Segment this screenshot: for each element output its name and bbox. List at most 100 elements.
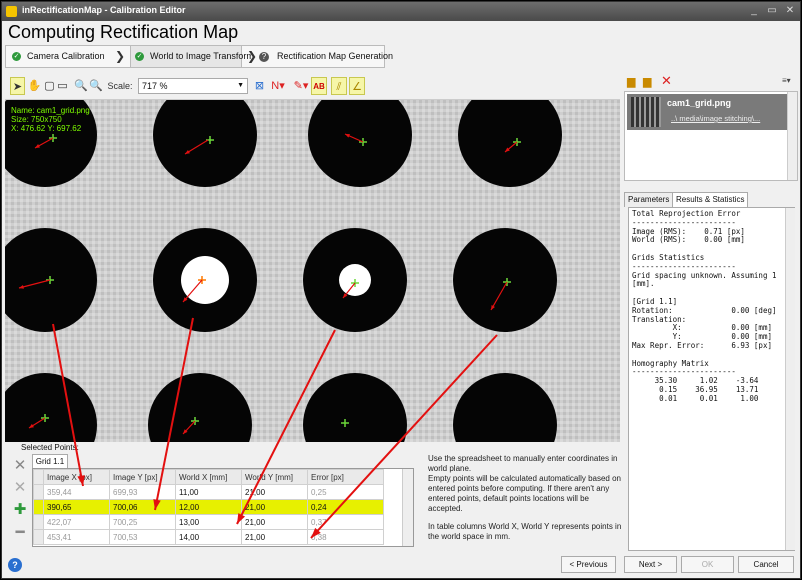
help-paragraph: Use the spreadsheet to manually enter co… (428, 454, 618, 473)
tab-rectification-map[interactable]: ? Rectification Map Generation (259, 46, 393, 67)
table-cell[interactable]: 0,37 (307, 514, 384, 530)
ab-labels-button[interactable]: AB (311, 77, 327, 95)
grid-image-canvas[interactable] (5, 100, 620, 442)
help-paragraph: Empty points will be calculated automati… (428, 474, 621, 513)
table-cell[interactable]: 14,00 (175, 529, 242, 545)
table-cell[interactable]: 359,44 (43, 484, 110, 500)
table-cell[interactable]: 21,00 (241, 484, 308, 500)
table-cell[interactable]: 21,00 (241, 499, 308, 515)
table-cell[interactable]: 453,41 (43, 529, 110, 545)
image-size: Size: 750x750 (11, 115, 62, 124)
selected-points-panel: Selected Points: Grid 1.1 ✕ ✕ ✚ ━ Image … (5, 442, 623, 552)
tab-label: Rectification Map Generation (277, 51, 394, 61)
table-cell[interactable]: 13,00 (175, 514, 242, 530)
row-header[interactable] (33, 499, 44, 515)
table-row[interactable]: 390,65 700,06 12,00 21,00 0,24 (33, 499, 384, 515)
close-window-button[interactable]: ✕ (782, 4, 798, 18)
results-scrollbar[interactable] (785, 208, 795, 550)
table-row[interactable]: 359,44 699,93 11,00 21,00 0,25 (33, 484, 384, 500)
hand-tool-icon[interactable]: ✋ (27, 77, 42, 95)
help-text: Use the spreadsheet to manually enter co… (428, 454, 623, 542)
table-cell[interactable]: 700,25 (109, 514, 176, 530)
tab-grid-1-1[interactable]: Grid 1.1 (32, 454, 68, 468)
ok-button[interactable]: OK (681, 556, 734, 573)
fit-icon[interactable]: ⊠ (253, 77, 266, 95)
tab-camera-calibration[interactable]: ✓ Camera Calibration (12, 46, 105, 67)
file-name: cam1_grid.png (667, 98, 732, 108)
thumbnail (631, 97, 661, 127)
table-cell[interactable]: 699,93 (109, 484, 176, 500)
col-image-x[interactable]: Image X [px] (43, 469, 110, 485)
table-cell[interactable]: 11,00 (175, 484, 242, 500)
table-row[interactable]: 453,41 700,53 14,00 21,00 0,38 (33, 529, 384, 545)
view-options-icon[interactable]: ≡▾ (782, 76, 791, 85)
chevron-right-icon: ❯ (115, 49, 126, 63)
col-world-x[interactable]: World X [mm] (175, 469, 242, 485)
help-button[interactable]: ? (8, 558, 22, 572)
tab-world-to-image[interactable]: ✓ World to Image Transform (130, 46, 254, 67)
row-header[interactable] (33, 529, 44, 545)
scale-select[interactable]: 717 % ▼ (138, 78, 248, 94)
grid-tool-icon[interactable]: ⫽ (331, 77, 347, 95)
right-panel: ▆ ▆ ✕ ≡▾ cam1_grid.png ..\ media\image s… (622, 73, 800, 553)
selected-points-label: Selected Points: (21, 443, 79, 452)
add-point-icon[interactable]: ✚ (12, 502, 28, 518)
rect-tool-icon[interactable]: ▭ (56, 77, 69, 95)
zoom-in-icon[interactable]: 🔍 (74, 77, 88, 95)
color-tool-icon[interactable]: N▾ (269, 77, 287, 95)
question-icon: ? (259, 51, 269, 62)
delete-icon[interactable]: ✕ (661, 73, 672, 89)
measure-tool-icon[interactable]: ∠ (349, 77, 365, 95)
tab-results-statistics[interactable]: Results & Statistics (672, 192, 749, 207)
file-path[interactable]: ..\ media\image stitching\... (671, 114, 760, 123)
table-cell[interactable]: 390,65 (43, 499, 110, 515)
table-cell[interactable]: 0,24 (307, 499, 384, 515)
table-cell[interactable]: 700,53 (109, 529, 176, 545)
col-error[interactable]: Error [px] (307, 469, 384, 485)
pen-tool-icon[interactable]: ✎▾ (292, 77, 310, 95)
calibration-editor-window: inRectificationMap - Calibration Editor … (1, 1, 801, 579)
table-cell[interactable]: 0,38 (307, 529, 384, 545)
table-scrollbar[interactable] (402, 469, 413, 546)
scale-value: 717 % (142, 81, 168, 91)
table-cell[interactable]: 21,00 (241, 529, 308, 545)
file-item[interactable]: cam1_grid.png ..\ media\image stitching\… (627, 94, 797, 130)
minimize-button[interactable]: _ (746, 4, 762, 18)
pointer-tool-icon[interactable]: ➤ (10, 77, 25, 95)
table-cell[interactable]: 21,00 (241, 514, 308, 530)
points-table[interactable]: Image X [px] Image Y [px] World X [mm] W… (32, 468, 414, 547)
next-button[interactable]: Next > (624, 556, 677, 573)
help-paragraph: In table columns World X, World Y repres… (428, 522, 622, 541)
table-row[interactable]: 422,07 700,25 13,00 21,00 0,37 (33, 514, 384, 530)
previous-button[interactable]: < Previous (561, 556, 616, 573)
row-header[interactable] (33, 514, 44, 530)
cancel-button[interactable]: Cancel (738, 556, 794, 573)
clear-icon[interactable]: ✕ (12, 480, 28, 496)
table-cell[interactable]: 700,06 (109, 499, 176, 515)
image-viewer[interactable]: Name: cam1_grid.png Size: 750x750 X: 476… (5, 100, 620, 442)
chevron-down-icon: ▼ (237, 82, 244, 89)
add-folder-icon[interactable]: ▆ (643, 75, 651, 88)
minus-icon[interactable]: ━ (12, 525, 28, 541)
col-world-y[interactable]: World Y [mm] (241, 469, 308, 485)
zoom-out-icon[interactable]: 🔍 (89, 77, 103, 95)
table-cell[interactable]: 12,00 (175, 499, 242, 515)
maximize-button[interactable]: ▭ (764, 4, 780, 18)
col-image-y[interactable]: Image Y [px] (109, 469, 176, 485)
grid-dot (453, 228, 557, 332)
file-list[interactable]: cam1_grid.png ..\ media\image stitching\… (624, 91, 798, 181)
tab-parameters[interactable]: Parameters (624, 192, 674, 207)
results-text: Total Reprojection Error ---------------… (628, 207, 795, 551)
window-title: inRectificationMap - Calibration Editor (22, 5, 186, 15)
app-icon (6, 6, 17, 17)
file-list-scrollbar[interactable] (787, 92, 797, 180)
select-rect-icon[interactable]: ▢ (43, 77, 56, 95)
tab-label: World to Image Transform (150, 51, 254, 61)
table-cell[interactable]: 0,25 (307, 484, 384, 500)
open-folder-icon[interactable]: ▆ (627, 75, 635, 88)
viewer-toolbar: ➤ ✋ ▢ ▭ 🔍 🔍 Scale: 717 % ▼ ⊠ N▾ ✎▾ AB ⫽ ∠ (5, 73, 620, 100)
row-header[interactable] (33, 484, 44, 500)
remove-icon[interactable]: ✕ (12, 458, 28, 474)
table-cell[interactable]: 422,07 (43, 514, 110, 530)
table-header: Image X [px] Image Y [px] World X [mm] W… (33, 469, 384, 485)
